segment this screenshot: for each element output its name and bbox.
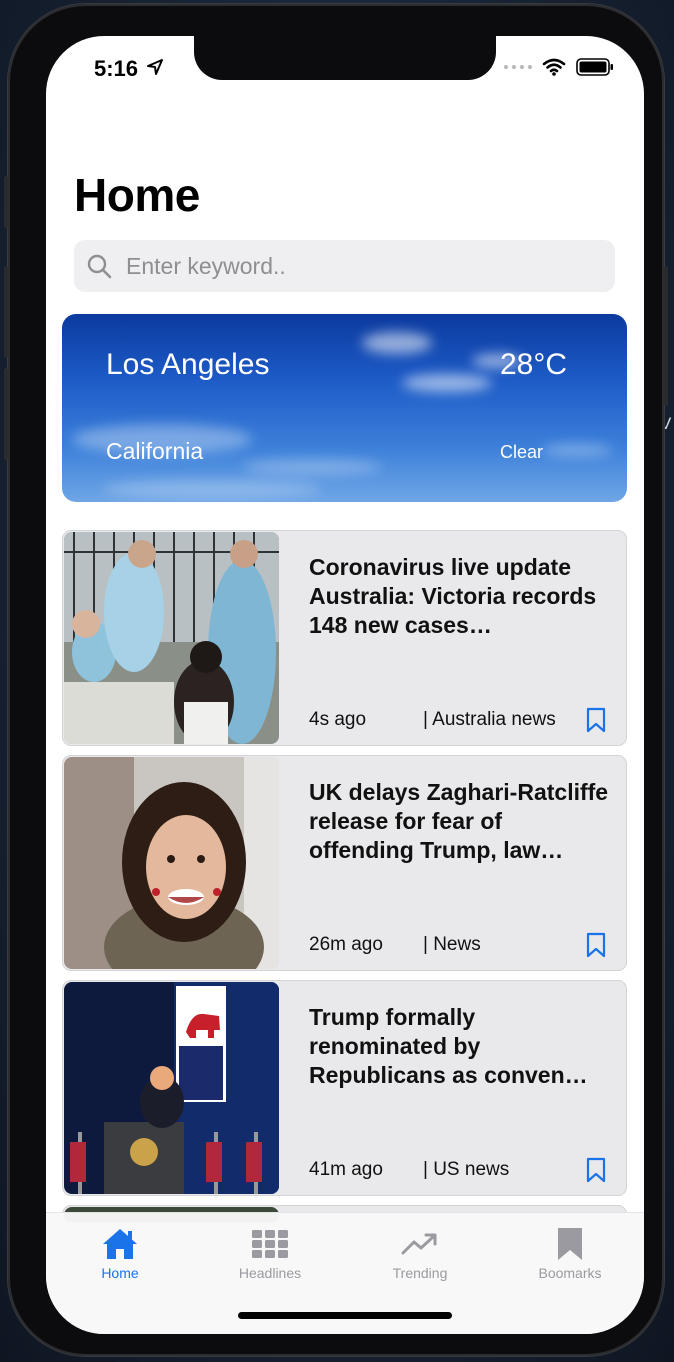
search-bar[interactable] [74, 240, 615, 292]
article-title: UK delays Zaghari-Ratcliffe release for … [309, 779, 609, 863]
cloud-decoration [242, 459, 382, 475]
article-title: Trump formally renominated by Republican… [309, 1004, 588, 1088]
article-image [64, 532, 279, 744]
weather-state: California [106, 438, 204, 464]
search-icon [87, 254, 112, 279]
search-input[interactable] [124, 251, 588, 281]
notch [194, 36, 496, 80]
news-card[interactable]: UK delays Zaghari-Ratcliffe release for … [62, 755, 627, 971]
tab-label: Boomarks [538, 1265, 602, 1281]
tab-label: Headlines [238, 1265, 302, 1281]
wifi-icon [542, 58, 566, 76]
article-time: 41m ago [309, 1159, 383, 1180]
app-screen: 5:16 Home Enter keyword.. Los Angeles 28… [46, 36, 644, 1334]
cloud-decoration [542, 444, 612, 456]
bookmark-icon[interactable] [586, 932, 606, 958]
weather-card[interactable]: Los Angeles 28°C California Clear [62, 314, 627, 502]
phone-frame: 5:16 Home Enter keyword.. Los Angeles 28… [4, 4, 668, 1356]
weather-temperature: 28°C [499, 348, 567, 381]
tab-label: Home [101, 1265, 139, 1281]
status-time: 5:16 [94, 56, 139, 81]
status-indicators [504, 58, 614, 76]
article-source: | News [423, 934, 481, 955]
bookmark-icon[interactable] [586, 707, 606, 733]
cloud-decoration [402, 374, 492, 392]
location-arrow-icon [147, 59, 163, 75]
tab-label: Trending [392, 1265, 448, 1281]
tab-trending[interactable]: Trending [360, 1227, 480, 1281]
volume-down-button [4, 368, 8, 460]
bookmark-icon[interactable] [586, 1157, 606, 1183]
cloud-decoration [102, 479, 322, 499]
article-image [64, 757, 279, 969]
tab-headlines[interactable]: Headlines [210, 1227, 330, 1281]
article-source: | US news [423, 1159, 510, 1180]
article-source: | Australia news [423, 709, 556, 730]
cloud-decoration [362, 332, 432, 354]
power-button [664, 266, 668, 406]
tab-bookmarks[interactable]: Boomarks [510, 1227, 630, 1281]
weather-city: Los Angeles [106, 348, 270, 381]
article-title: Coronavirus live update Australia: Victo… [309, 554, 597, 638]
battery-icon [576, 58, 613, 76]
home-indicator [238, 1312, 452, 1319]
article-time: 4s ago [309, 709, 367, 730]
article-time: 26m ago [309, 934, 383, 955]
weather-condition: Clear [499, 442, 543, 462]
page-title: Home [74, 169, 200, 221]
tab-home[interactable]: Home [60, 1227, 180, 1281]
trending-icon [401, 1233, 437, 1255]
news-card[interactable]: Coronavirus live update Australia: Victo… [62, 530, 627, 746]
grid-icon [252, 1230, 288, 1258]
news-list: Coronavirus live update Australia: Victo… [62, 530, 627, 1232]
article-image [64, 982, 279, 1194]
house-icon [103, 1229, 137, 1259]
volume-up-button [4, 266, 8, 358]
news-card[interactable]: Trump formally renominated by Republican… [62, 980, 627, 1196]
signal-icon [504, 65, 532, 69]
mute-switch [4, 176, 8, 228]
bookmark-icon [558, 1228, 582, 1260]
